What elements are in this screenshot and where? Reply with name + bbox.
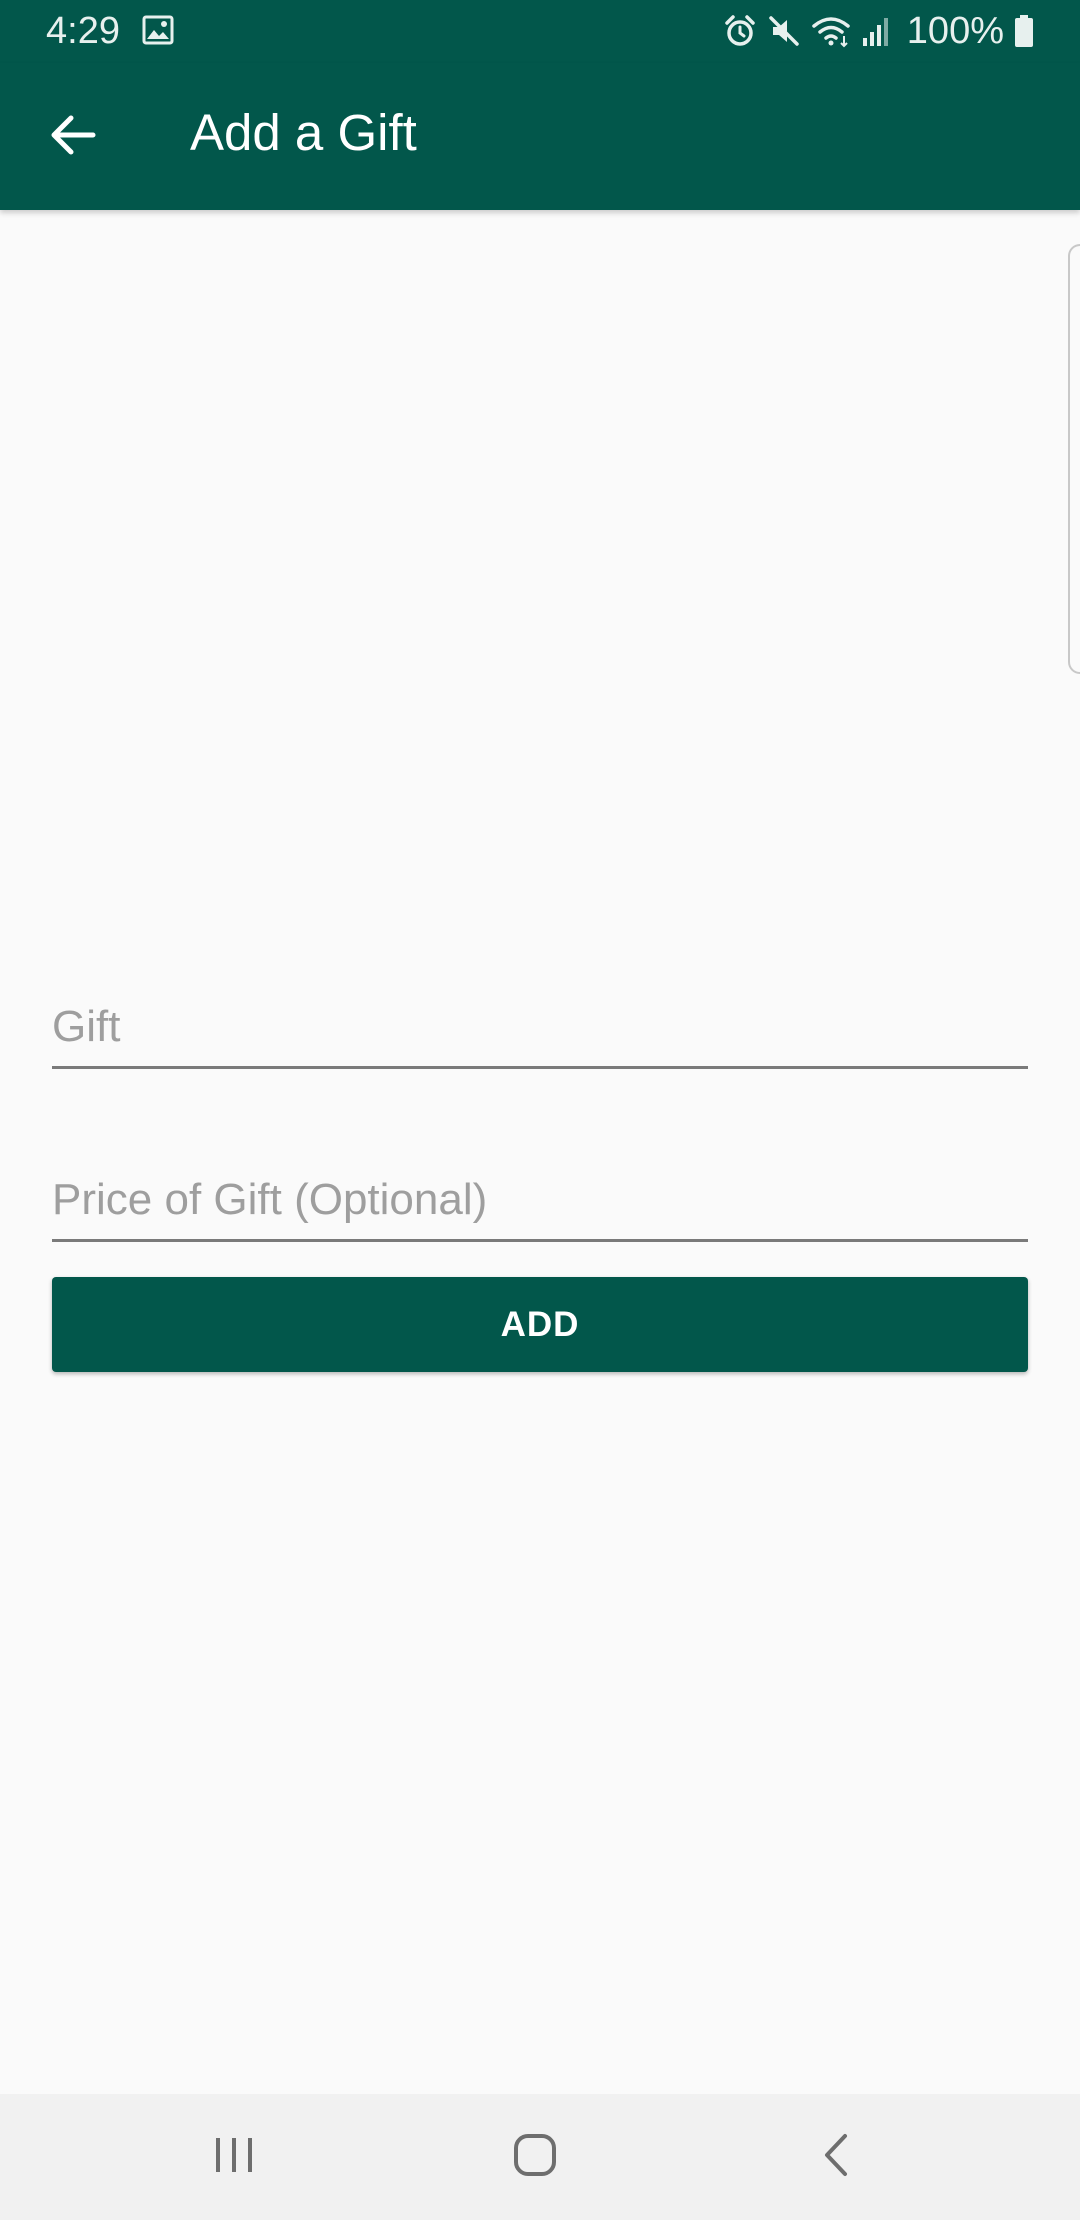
recent-apps-button[interactable] [154,2094,314,2220]
back-icon [821,2132,853,2183]
nav-back-button[interactable] [757,2094,917,2220]
status-time: 4:29 [46,10,120,52]
app-bar: Add a Gift [0,63,1080,210]
add-button[interactable]: ADD [52,1277,1028,1372]
arrow-left-icon [49,114,97,161]
navigation-bar [0,2094,1080,2220]
gift-field [52,994,1028,1069]
battery-icon [1014,14,1034,48]
recent-apps-icon [212,2134,256,2181]
gift-input[interactable] [52,994,1028,1060]
alarm-icon [723,14,757,48]
home-icon [512,2132,558,2183]
status-icons: 100% [723,9,1034,53]
price-input[interactable] [52,1167,1028,1233]
signal-icon [861,14,891,48]
battery-percent: 100% [906,10,1004,52]
status-bar: 4:29 100% [0,0,1080,63]
back-button[interactable] [30,101,116,173]
page-title: Add a Gift [190,104,417,161]
image-icon [142,15,174,50]
mute-icon [767,14,801,48]
wifi-icon [811,14,851,48]
home-button[interactable] [455,2094,615,2220]
price-field [52,1167,1028,1242]
edge-panel-handle[interactable] [1068,244,1080,674]
